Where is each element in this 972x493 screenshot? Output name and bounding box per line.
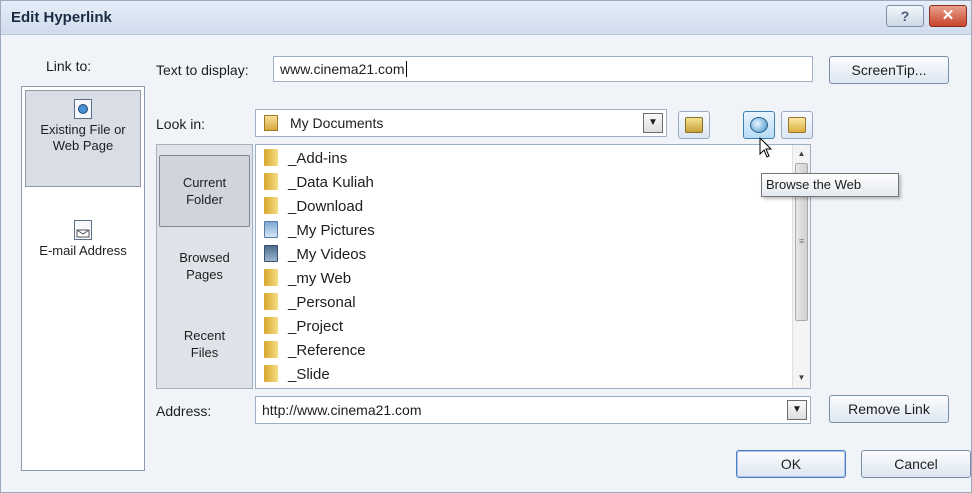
ok-button[interactable]: OK [736,450,846,478]
list-item[interactable]: _my Web [264,267,351,291]
up-folder-icon [685,117,703,133]
browse-the-web-button[interactable] [743,111,775,139]
list-item[interactable]: _Data Kuliah [264,171,374,195]
screentip-button[interactable]: ScreenTip... [829,56,949,84]
place-current-folder-line2: Folder [186,192,223,207]
folder-icon [264,365,278,382]
file-name: _My Videos [288,246,367,263]
edit-hyperlink-dialog: Edit Hyperlink ? ✕ Link to: Existing Fil… [0,0,972,493]
text-to-display-label: Text to display: [156,62,249,78]
mouse-cursor-icon [759,137,773,158]
address-value: http://www.cinema21.com [262,402,422,418]
browse-for-file-button[interactable] [781,111,813,139]
file-list: _Add-ins _Data Kuliah _Download _My Pict… [255,144,811,389]
look-in-value: My Documents [290,115,384,131]
file-name: _Add-ins [288,150,348,167]
pictures-folder-icon [264,221,278,238]
cancel-button[interactable]: Cancel [861,450,971,478]
list-item[interactable]: _Reference [264,339,366,363]
link-to-existing-file-line1: Existing File or [40,122,126,137]
globe-search-icon [750,117,768,133]
dialog-title: Edit Hyperlink [11,9,112,26]
email-icon [74,220,92,240]
open-folder-icon [788,117,806,133]
place-browsed-pages-line2: Pages [186,267,223,282]
close-icon: ✕ [941,7,955,24]
link-to-existing-file-line2: Web Page [52,138,114,153]
place-recent-files-line1: Recent [183,328,226,343]
title-bar: Edit Hyperlink ? ✕ [1,1,971,35]
folder-icon [264,173,278,190]
folder-icon [264,197,278,214]
file-name: _Project [288,318,344,335]
close-button[interactable]: ✕ [929,5,967,27]
file-name: _Download [288,198,364,215]
link-to-panel: Existing File or Web Page E-mail Address [21,86,145,471]
list-item[interactable]: _Slide [264,363,330,387]
grip-icon: ≡ [799,236,805,246]
list-item[interactable]: _Project [264,315,343,339]
text-to-display-value: www.cinema21.com [280,61,405,77]
remove-link-button[interactable]: Remove Link [829,395,949,423]
help-icon: ? [900,8,910,24]
folder-icon [264,269,278,286]
file-name: _Personal [288,294,356,311]
folder-icon [264,149,278,166]
place-recent-files-line2: Files [190,345,219,360]
videos-folder-icon [264,245,278,262]
place-current-folder[interactable]: Current Folder [159,155,250,227]
browse-the-web-tooltip: Browse the Web [761,173,899,197]
address-label: Address: [156,403,212,419]
look-in-dropdown[interactable]: My Documents ▼ [255,109,667,137]
text-to-display-input[interactable]: www.cinema21.com [273,56,813,82]
address-combobox[interactable]: http://www.cinema21.com ▼ [255,396,811,424]
link-to-existing-file[interactable]: Existing File or Web Page [25,90,141,187]
folder-icon [264,341,278,358]
help-button[interactable]: ? [886,5,924,27]
link-to-email-label: E-mail Address [39,243,127,258]
file-name: _Data Kuliah [288,174,374,191]
place-browsed-pages[interactable]: Browsed Pages [159,243,250,293]
file-name: _My Pictures [288,222,375,239]
file-name: _my Web [288,270,352,287]
folder-icon [264,317,278,334]
file-name: _Reference [288,342,366,359]
chevron-down-icon[interactable]: ▼ [643,113,663,133]
up-one-folder-button[interactable] [678,111,710,139]
place-browsed-pages-line1: Browsed [179,250,230,265]
place-current-folder-line1: Current [182,175,227,190]
scroll-down-icon[interactable]: ▼ [793,370,810,386]
place-recent-files[interactable]: Recent Files [159,321,250,371]
scroll-up-icon[interactable]: ▲ [793,146,810,162]
look-in-label: Look in: [156,116,206,132]
link-to-email-address[interactable]: E-mail Address [25,212,141,272]
list-item[interactable]: _Download [264,195,363,219]
chevron-down-icon[interactable]: ▼ [787,400,807,420]
my-documents-icon [264,115,278,131]
folder-icon [264,293,278,310]
link-to-label: Link to: [46,58,92,74]
list-item[interactable]: _My Pictures [264,219,375,243]
list-item[interactable]: _Add-ins [264,147,347,171]
web-page-icon [74,99,92,119]
list-item[interactable]: _Personal [264,291,356,315]
places-bar: Current Folder Browsed Pages Recent File… [156,144,253,389]
list-item[interactable]: _My Videos [264,243,366,267]
file-name: _Slide [288,366,330,383]
